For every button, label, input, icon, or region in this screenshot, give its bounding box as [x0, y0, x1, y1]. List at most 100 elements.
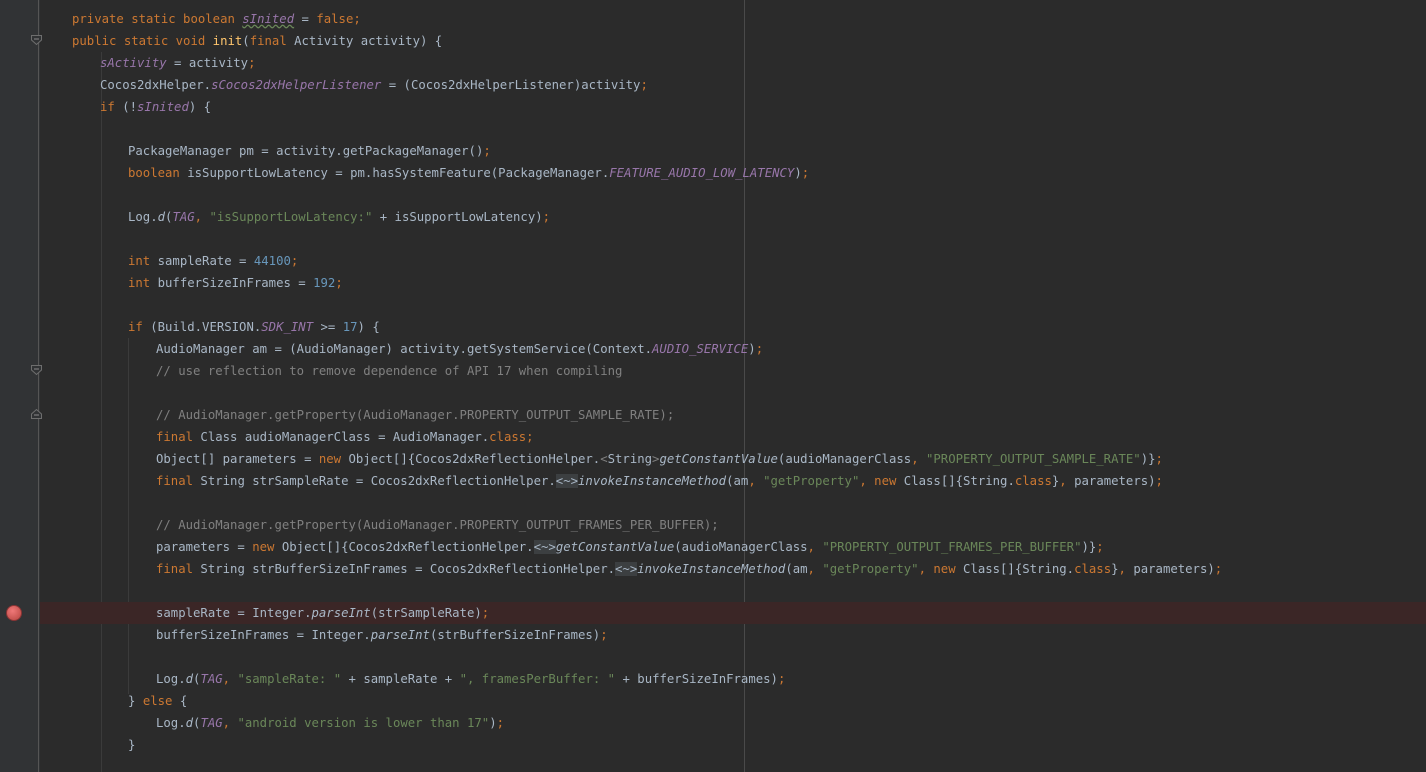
code-token: "android version is lower than 17" [237, 716, 490, 730]
fold-icon[interactable] [31, 365, 42, 375]
code-line[interactable]: int bufferSizeInFrames = 192; [72, 272, 1426, 294]
code-line[interactable]: // AudioManager.getProperty(AudioManager… [72, 514, 1426, 536]
code-token: String [607, 452, 653, 466]
code-line[interactable]: Cocos2dxHelper.sCocos2dxHelperListener =… [72, 74, 1426, 96]
code-line-content: AudioManager am = (AudioManager) activit… [156, 338, 763, 360]
code-line[interactable]: AudioManager am = (AudioManager) activit… [72, 338, 1426, 360]
code-line[interactable]: final Class audioManagerClass = AudioMan… [72, 426, 1426, 448]
code-token: <~> [555, 474, 579, 488]
code-line[interactable]: } else { [72, 690, 1426, 712]
code-line[interactable] [72, 228, 1426, 250]
code-line[interactable]: Log.d(TAG, "android version is lower tha… [72, 712, 1426, 734]
code-line[interactable] [72, 580, 1426, 602]
code-line[interactable] [72, 118, 1426, 140]
code-token: TAG [172, 210, 195, 224]
code-line-content: int sampleRate = 44100; [128, 250, 298, 272]
code-token: >= [313, 320, 343, 334]
code-token: sInited [137, 100, 189, 114]
editor-gutter[interactable] [0, 0, 40, 772]
code-token: // AudioManager.getProperty(AudioManager… [156, 518, 719, 532]
code-token: ) { [188, 100, 212, 114]
code-token: bufferSizeInFrames = Integer. [156, 628, 371, 642]
code-line[interactable]: Log.d(TAG, "sampleRate: " + sampleRate +… [72, 668, 1426, 690]
code-token: + isSupportLowLatency) [372, 210, 543, 224]
code-line-content: if (!sInited) { [100, 96, 211, 118]
code-token: , [1118, 562, 1134, 576]
code-line-content: sActivity = activity; [100, 52, 255, 74]
code-line[interactable]: sActivity = activity; [72, 52, 1426, 74]
code-line[interactable]: if (Build.VERSION.SDK_INT >= 17) { [72, 316, 1426, 338]
code-token: Object[] parameters = [156, 452, 319, 466]
code-line[interactable]: int sampleRate = 44100; [72, 250, 1426, 272]
code-token: Log. [156, 672, 186, 686]
code-line[interactable]: // use reflection to remove dependence o… [72, 360, 1426, 382]
fold-icon[interactable] [31, 35, 42, 45]
code-token: FEATURE_AUDIO_LOW_LATENCY [609, 166, 795, 180]
code-token: ; [290, 254, 299, 268]
code-line[interactable] [72, 382, 1426, 404]
code-token: false; [316, 12, 361, 26]
fold-icon[interactable] [31, 409, 42, 419]
code-token: parseInt [370, 628, 430, 642]
code-token: final [156, 430, 201, 444]
code-token: (am [785, 562, 808, 576]
code-token: , [1059, 474, 1075, 488]
code-line[interactable]: PackageManager pm = activity.getPackageM… [72, 140, 1426, 162]
code-line[interactable]: parameters = new Object[]{Cocos2dxReflec… [72, 536, 1426, 558]
code-token: AudioManager am = (AudioManager) activit… [156, 342, 653, 356]
code-token: + bufferSizeInFrames) [615, 672, 778, 686]
code-token: ; [1214, 562, 1223, 576]
code-token: final [156, 562, 201, 576]
code-line[interactable]: final String strBufferSizeInFrames = Coc… [72, 558, 1426, 580]
breakpoint-icon[interactable] [6, 605, 22, 621]
code-token: sInited [242, 12, 295, 26]
code-line[interactable]: // AudioManager.getProperty(AudioManager… [72, 404, 1426, 426]
code-token: (audioManagerClass [777, 452, 912, 466]
code-line[interactable]: if (!sInited) { [72, 96, 1426, 118]
code-token: PackageManager pm = activity.getPackageM… [128, 144, 484, 158]
code-line[interactable]: Log.d(TAG, "isSupportLowLatency:" + isSu… [72, 206, 1426, 228]
code-line-content: final String strBufferSizeInFrames = Coc… [156, 558, 1222, 580]
code-token: ; [248, 56, 256, 70]
code-token: parseInt [311, 606, 371, 620]
code-token: (am [726, 474, 749, 488]
code-token: ; [1096, 540, 1104, 554]
code-line[interactable] [72, 646, 1426, 668]
code-token: <~> [533, 540, 556, 554]
code-line[interactable] [72, 294, 1426, 316]
code-token: new [252, 540, 282, 554]
code-token: TAG [200, 716, 223, 730]
code-token: Cocos2dxHelper. [100, 78, 212, 92]
code-token: sampleRate = Integer. [156, 606, 312, 620]
code-token: int [128, 254, 158, 268]
code-line-breakpoint[interactable]: sampleRate = Integer.parseInt(strSampleR… [40, 602, 1426, 624]
code-token: ; [777, 672, 786, 686]
code-line[interactable] [72, 492, 1426, 514]
code-line[interactable]: boolean isSupportLowLatency = pm.hasSyst… [72, 162, 1426, 184]
code-line[interactable]: bufferSizeInFrames = Integer.parseInt(st… [72, 624, 1426, 646]
code-line[interactable] [72, 184, 1426, 206]
code-line-content: parameters = new Object[]{Cocos2dxReflec… [156, 536, 1104, 558]
code-token: d [185, 672, 194, 686]
code-token: } [128, 738, 136, 752]
code-editor[interactable]: private static boolean sInited = false; p… [40, 8, 1426, 756]
code-token: parameters) [1074, 474, 1156, 488]
code-token: (strSampleRate) [370, 606, 482, 620]
code-line[interactable]: final String strSampleRate = Cocos2dxRef… [72, 470, 1426, 492]
code-token: bufferSizeInFrames = [157, 276, 314, 290]
code-line-content: private static boolean sInited = false; [72, 8, 361, 30]
code-token: ) [748, 342, 756, 356]
code-token: sActivity [100, 56, 167, 70]
code-line[interactable]: Object[] parameters = new Object[]{Cocos… [72, 448, 1426, 470]
code-token: "getProperty" [763, 474, 860, 488]
code-line[interactable]: private static boolean sInited = false; [72, 8, 1426, 30]
code-line[interactable]: } [72, 734, 1426, 756]
code-token: String strBufferSizeInFrames = Cocos2dxR… [200, 562, 616, 576]
code-line[interactable]: public static void init(final Activity a… [72, 30, 1426, 52]
code-token: SDK_INT [261, 320, 314, 334]
code-token: , [222, 672, 238, 686]
code-token: ; [481, 606, 490, 620]
code-token: (strBufferSizeInFrames) [429, 628, 601, 642]
code-token: else [142, 694, 180, 708]
code-token: parameters) [1133, 562, 1215, 576]
